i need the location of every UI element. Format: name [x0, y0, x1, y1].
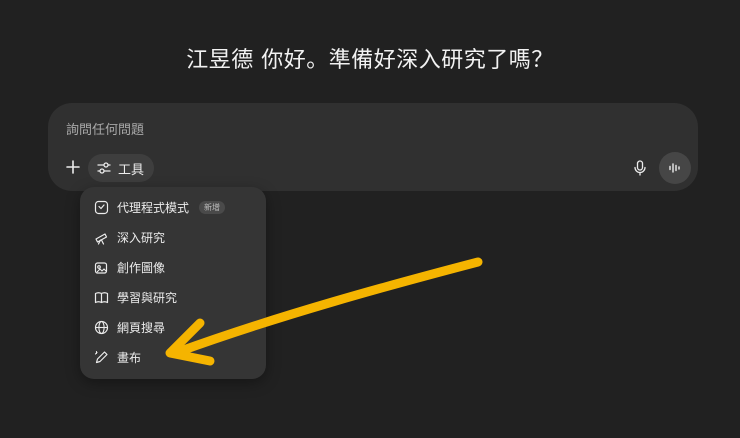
voice-mode-button[interactable]: [659, 152, 691, 184]
image-create-icon: [94, 261, 108, 274]
greeting-heading: 江昱德 你好。準備好深入研究了嗎？: [186, 48, 554, 73]
microphone-icon: [634, 160, 646, 176]
globe-icon: [94, 320, 109, 334]
pencil-icon: [94, 350, 108, 363]
menu-item-label: 創作圖像: [117, 260, 166, 275]
menu-item-web-search[interactable]: 網頁搜尋: [94, 316, 165, 338]
tools-menu: 代理程式模式 新增 深入研究 創作圖像 學習與研究 網頁搜尋 畫布: [80, 187, 266, 379]
composer-box[interactable]: 詢問任何問題 工具: [48, 103, 698, 191]
prompt-input[interactable]: 詢問任何問題: [66, 119, 144, 138]
agent-icon: [94, 200, 109, 214]
menu-item-label: 深入研究: [117, 230, 166, 245]
book-icon: [94, 291, 109, 303]
dictate-button[interactable]: [628, 156, 652, 180]
tools-button[interactable]: 工具: [88, 154, 155, 182]
menu-item-label: 畫布: [117, 350, 142, 365]
plus-icon: [66, 160, 80, 174]
menu-item-agent-mode[interactable]: 代理程式模式 新增: [94, 196, 226, 218]
add-attachment-button[interactable]: [62, 156, 84, 178]
menu-item-study-learn[interactable]: 學習與研究: [94, 286, 177, 308]
chat-home-screen: 江昱德 你好。準備好深入研究了嗎？ 詢問任何問題 工具 代理程式模式 新增 深入…: [0, 0, 740, 438]
menu-item-canvas[interactable]: 畫布: [94, 346, 141, 368]
new-badge: 新增: [199, 200, 226, 214]
menu-item-label: 代理程式模式: [117, 200, 190, 215]
menu-item-create-image[interactable]: 創作圖像: [94, 256, 165, 278]
menu-item-deep-research[interactable]: 深入研究: [94, 226, 165, 248]
menu-item-label: 網頁搜尋: [117, 320, 166, 335]
sliders-icon: [97, 162, 111, 174]
telescope-icon: [95, 232, 108, 245]
menu-item-label: 學習與研究: [117, 290, 178, 305]
tools-label: 工具: [118, 162, 145, 178]
waveform-icon: [669, 163, 680, 173]
